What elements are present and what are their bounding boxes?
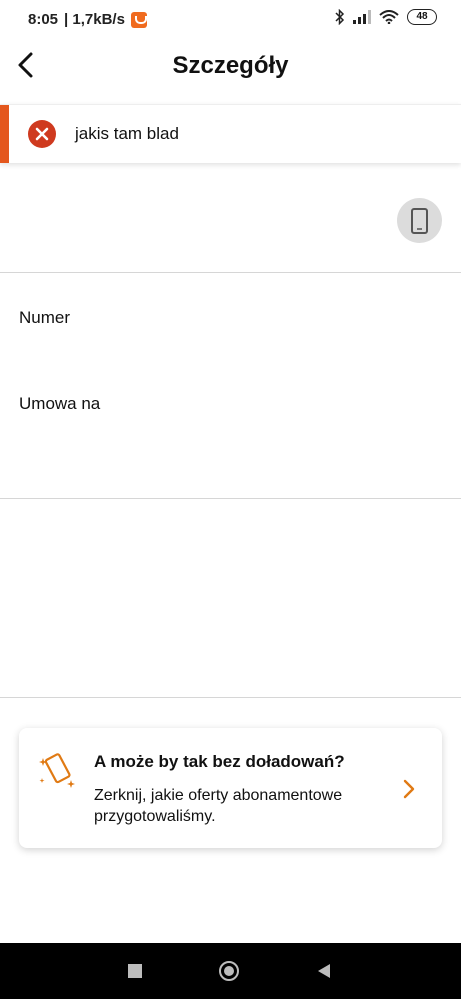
square-icon[interactable] <box>128 964 142 978</box>
status-left: 8:05 | 1,7kB/s <box>28 11 147 28</box>
error-accent-bar <box>0 105 9 163</box>
app-notification-icon <box>130 11 147 28</box>
error-message: jakis tam blad <box>75 124 179 143</box>
promo-title: A może by tak bez doładowań? <box>94 752 345 771</box>
battery-icon: 48 <box>407 9 437 25</box>
divider <box>0 272 461 273</box>
status-right: 48 <box>335 9 437 25</box>
circle-icon[interactable] <box>219 961 239 981</box>
page-title: Szczegóły <box>172 52 289 79</box>
status-speed: | 1,7kB/s <box>64 11 125 28</box>
promo-card[interactable]: A może by tak bez doładowań? Zerknij, ja… <box>19 728 442 848</box>
close-circle-icon <box>28 120 56 148</box>
chevron-right-icon <box>403 779 415 799</box>
contract-label: Umowa na <box>19 394 101 413</box>
smartphone-icon <box>411 208 428 234</box>
device-button[interactable] <box>397 198 442 243</box>
triangle-back-icon[interactable] <box>318 964 330 978</box>
error-banner: jakis tam blad <box>0 104 461 163</box>
status-bar: 8:05 | 1,7kB/s 48 <box>0 0 461 40</box>
signal-icon <box>353 10 371 24</box>
divider <box>0 498 461 499</box>
phone-sparkle-icon <box>39 753 75 788</box>
promo-description: Zerknij, jakie oferty abonamentowe przyg… <box>94 787 343 825</box>
wifi-icon <box>379 10 399 24</box>
app-header: Szczegóły <box>0 40 461 98</box>
divider <box>0 697 461 698</box>
battery-level: 48 <box>416 11 428 22</box>
system-nav-bar <box>0 943 461 999</box>
number-label: Numer <box>19 308 71 327</box>
status-time: 8:05 <box>28 11 59 28</box>
bluetooth-icon <box>335 9 345 25</box>
